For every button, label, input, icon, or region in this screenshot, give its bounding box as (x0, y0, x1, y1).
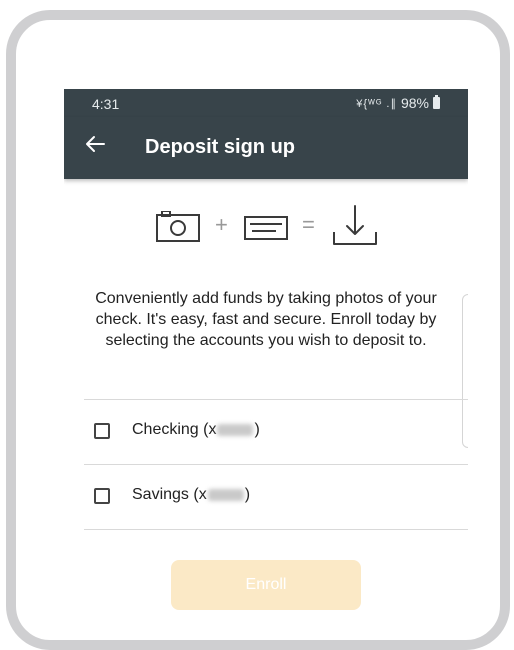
battery-level: 98% (400, 95, 429, 111)
account-row-checking[interactable]: Checking (x) (84, 400, 468, 464)
masked-account-number (207, 488, 244, 501)
checkbox[interactable] (94, 423, 110, 439)
plus-icon: + (215, 212, 228, 237)
masked-account-number (217, 423, 254, 436)
phone-screen: 4:31 ¥{ᵂᴳ .∥ 98% Deposit sign up + = Con… (64, 89, 468, 610)
equals-icon: = (302, 212, 315, 237)
battery-icon (433, 95, 440, 109)
signal-icon: ¥{ᵂᴳ .∥ (356, 97, 397, 110)
divider (84, 529, 468, 530)
account-label: Checking (x) (132, 421, 260, 438)
checkbox[interactable] (94, 488, 110, 504)
deposit-illustration: + = (64, 204, 468, 254)
app-bar: Deposit sign up (64, 117, 468, 179)
enroll-button[interactable]: Enroll (171, 560, 361, 610)
check-card-icon (244, 216, 288, 240)
account-row-savings[interactable]: Savings (x) (84, 465, 468, 529)
page-title: Deposit sign up (145, 136, 295, 158)
status-bar: 4:31 ¥{ᵂᴳ .∥ 98% (64, 89, 468, 117)
camera-icon (156, 211, 200, 242)
arrow-left-icon[interactable] (84, 133, 106, 155)
status-right: ¥{ᵂᴳ .∥ 98% (356, 95, 440, 111)
download-icon (333, 205, 377, 245)
status-time: 4:31 (92, 96, 120, 112)
account-label: Savings (x) (132, 486, 251, 503)
intro-text: Conveniently add funds by taking photos … (95, 290, 437, 349)
